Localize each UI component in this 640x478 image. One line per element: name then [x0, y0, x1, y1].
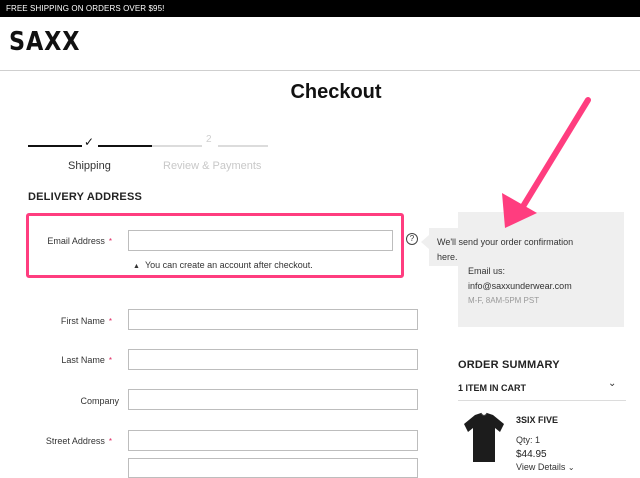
- product-price: $44.95: [516, 449, 547, 460]
- street-address-line-2-field[interactable]: [128, 458, 418, 478]
- order-summary-heading: ORDER SUMMARY: [458, 359, 560, 371]
- checkout-progress: ✓ 2 Shipping Review & Payments: [28, 133, 268, 175]
- email-label: Email Address *: [47, 236, 112, 246]
- page-title: Checkout: [290, 81, 382, 103]
- required-mark: *: [108, 317, 112, 326]
- triangle-up-icon: ▲: [133, 263, 140, 270]
- cart-count[interactable]: 1 ITEM IN CART: [458, 383, 526, 393]
- step2-line-right: [218, 145, 268, 147]
- street-address-field[interactable]: [128, 430, 418, 451]
- email-hint: ▲ You can create an account after checkou…: [133, 260, 313, 270]
- chevron-down-icon: ⌄: [567, 463, 575, 472]
- first-name-label: First Name *: [60, 316, 112, 326]
- email-us-label: Email us:: [468, 266, 506, 276]
- required-mark: *: [108, 237, 112, 246]
- chevron-down-icon[interactable]: ⌄: [608, 378, 616, 389]
- product-qty: Qty: 1: [516, 435, 541, 445]
- email-field[interactable]: [128, 230, 393, 251]
- step-shipping-label: Shipping: [68, 160, 111, 172]
- company-field[interactable]: [128, 389, 418, 410]
- required-mark: *: [108, 356, 112, 365]
- step-review-payments-label: Review & Payments: [163, 160, 262, 172]
- street-address-label: Street Address *: [45, 436, 112, 446]
- email-tooltip: We'll send your order confirmation here.: [421, 228, 579, 266]
- site-header: SAXX: [0, 17, 640, 71]
- promo-text: FREE SHIPPING ON ORDERS OVER $95!: [6, 4, 165, 13]
- tooltip-text: We'll send your order confirmation here.: [437, 237, 574, 262]
- company-label: Company: [80, 396, 119, 406]
- product-name: 3SIX FIVE: [516, 415, 559, 425]
- support-email-link[interactable]: info@saxxunderwear.com: [468, 281, 572, 291]
- promo-banner: FREE SHIPPING ON ORDERS OVER $95!: [0, 0, 640, 17]
- step1-line-right: [98, 145, 152, 147]
- required-mark: *: [108, 437, 112, 446]
- last-name-label: Last Name *: [61, 355, 112, 365]
- step2-line-left: [152, 145, 202, 147]
- first-name-field[interactable]: [128, 309, 418, 330]
- last-name-field[interactable]: [128, 349, 418, 370]
- check-icon: ✓: [84, 135, 95, 149]
- support-hours: M-F, 8AM-5PM PST: [468, 296, 540, 305]
- cart-divider: [458, 400, 626, 401]
- delivery-address-heading: DELIVERY ADDRESS: [28, 191, 143, 203]
- step2-number: 2: [206, 134, 212, 145]
- question-icon[interactable]: ?: [406, 233, 418, 245]
- saxx-logo[interactable]: SAXX: [9, 27, 80, 57]
- view-details-link[interactable]: View Details ⌄: [516, 462, 575, 472]
- step1-line-left: [28, 145, 82, 147]
- t-shirt-image: [464, 412, 504, 462]
